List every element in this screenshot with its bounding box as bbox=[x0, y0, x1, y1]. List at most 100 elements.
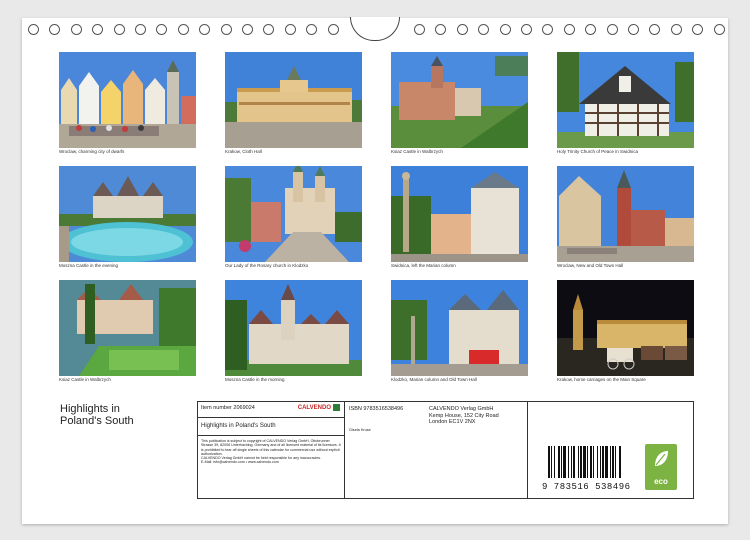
photo-swidnica-column bbox=[391, 166, 528, 262]
publisher-name: CALVENDO Verlag GmbH bbox=[429, 406, 494, 412]
binding-hole bbox=[670, 24, 682, 35]
binding-hole bbox=[606, 24, 618, 35]
barcode-bar bbox=[558, 446, 560, 478]
barcode-bar bbox=[610, 446, 611, 478]
binding-hole bbox=[263, 24, 275, 35]
calvendo-logo: CALVENDO bbox=[298, 404, 340, 411]
isbn: ISBN 9783516538496 bbox=[349, 406, 404, 412]
binding-hole bbox=[135, 24, 146, 35]
photo-klodzko-church bbox=[225, 166, 362, 262]
binding-hole bbox=[499, 24, 511, 35]
photo-caption: Wroclaw, New and Old Town Hall bbox=[557, 263, 624, 268]
ean-number: 9 783516 538496 bbox=[542, 482, 631, 492]
binding-hole bbox=[563, 24, 575, 35]
eco-label: eco bbox=[654, 477, 668, 486]
ean-barcode bbox=[548, 446, 621, 478]
photo-caption: Ksiaz Castle in Walbrzych bbox=[59, 377, 111, 382]
binding-hole bbox=[220, 24, 232, 35]
photo-caption: Klodzko, Marian column and Old Town Hall bbox=[391, 377, 477, 382]
publication-info-box: Item number 2069024 CALVENDO Highlights … bbox=[197, 401, 694, 499]
barcode-bar bbox=[554, 446, 555, 478]
photo-caption: Moszna Castle in the morning bbox=[225, 377, 285, 382]
barcode-bar bbox=[578, 446, 579, 478]
photo-klodzko-old-town-hall bbox=[391, 280, 528, 376]
photo-church-of-peace bbox=[557, 52, 694, 148]
barcode-bar bbox=[580, 446, 582, 478]
photo-moszna-morning bbox=[225, 280, 362, 376]
binding-hole bbox=[92, 24, 104, 35]
publisher-city: London EC1V 2NX bbox=[429, 419, 476, 425]
photo-wroclaw-dwarfs bbox=[59, 52, 196, 148]
binding-hole bbox=[435, 24, 447, 35]
item-number-cell: Item number 2069024 CALVENDO bbox=[198, 402, 345, 418]
barcode-bar bbox=[573, 446, 575, 478]
barcode-bar bbox=[587, 446, 588, 478]
binding-hole bbox=[242, 24, 253, 35]
binding-hole bbox=[649, 24, 661, 35]
item-number: Item number 2069024 bbox=[201, 405, 255, 411]
binding-hole bbox=[306, 24, 318, 35]
barcode-bar bbox=[597, 446, 598, 478]
calendar-title: Highlights in Poland's South bbox=[60, 403, 200, 427]
photo-ksiaz-castle-gardens bbox=[59, 280, 196, 376]
photo-caption: Holy Trinity Church of Peace in Swidnica bbox=[557, 149, 639, 154]
binding-hole bbox=[327, 24, 339, 35]
barcode-bar bbox=[551, 446, 552, 478]
barcode-bar bbox=[548, 446, 550, 478]
photo-caption: Krakow, Cloth Hall bbox=[225, 149, 262, 154]
photo-wroclaw-town-hall bbox=[557, 166, 694, 262]
barcode-cell: 9 783516 538496 eco bbox=[528, 402, 693, 498]
binding-hole bbox=[70, 24, 82, 35]
copyright-text: This publication is subject to copyright… bbox=[201, 439, 341, 456]
calendar-back-page: Wroclaw, charming city of dwarfs Krakow,… bbox=[22, 17, 728, 524]
title-line-1: Highlights in bbox=[60, 403, 120, 415]
binding-hole bbox=[521, 24, 532, 35]
photo-caption: Swidnica, left the Marian column bbox=[391, 263, 456, 268]
binding-hole bbox=[478, 24, 490, 35]
barcode-bar bbox=[602, 446, 604, 478]
barcode-bar bbox=[619, 446, 621, 478]
binding-hole bbox=[585, 24, 597, 35]
binding-hole bbox=[284, 24, 296, 35]
calvendo-logo-mark bbox=[333, 404, 340, 411]
binding-hole bbox=[49, 24, 61, 35]
eco-badge: eco bbox=[645, 444, 677, 490]
copyright-cell: This publication is subject to copyright… bbox=[198, 436, 345, 498]
barcode-bar bbox=[571, 446, 572, 478]
photo-krakow-horse-carriages bbox=[557, 280, 694, 376]
author: Gisela Kruse bbox=[349, 428, 371, 432]
barcode-bar bbox=[590, 446, 592, 478]
binding-hole bbox=[456, 24, 468, 35]
binding-hole bbox=[177, 24, 189, 35]
barcode-bar bbox=[563, 446, 566, 478]
photo-krakow-cloth-hall bbox=[225, 52, 362, 148]
contact-text: E-Mail: info@calvendo.com • www.calvendo… bbox=[201, 460, 279, 465]
barcode-bar bbox=[600, 446, 601, 478]
isbn-publisher-cell: ISBN 9783516538496 Gisela Kruse CALVENDO… bbox=[345, 402, 528, 498]
binding-hole bbox=[414, 24, 425, 35]
photo-caption: Krakow, horse carriages on the Main Squa… bbox=[557, 377, 646, 382]
binding-hole bbox=[713, 24, 725, 35]
binding-hole bbox=[199, 24, 211, 35]
binding-hole bbox=[28, 24, 39, 35]
photo-ksiaz-castle bbox=[391, 52, 528, 148]
barcode-bar bbox=[568, 446, 569, 478]
barcode-bar bbox=[593, 446, 594, 478]
title-line-2: Poland's South bbox=[60, 415, 134, 427]
publisher-address: CALVENDO Verlag GmbH Kemp House, 152 Cit… bbox=[429, 406, 499, 426]
barcode-bar bbox=[561, 446, 562, 478]
binding-hole bbox=[692, 24, 704, 35]
barcode-bar bbox=[615, 446, 616, 478]
product-title: Highlights in Poland's South bbox=[201, 423, 276, 429]
photo-caption: Ksiaz Castle in Walbrzych bbox=[391, 149, 443, 154]
product-title-cell: Highlights in Poland's South bbox=[198, 418, 345, 436]
leaf-icon bbox=[655, 451, 668, 466]
barcode-bar bbox=[605, 446, 608, 478]
photo-caption: Our Lady of the Rosary church in Klodzko bbox=[225, 263, 309, 268]
binding-hole bbox=[542, 24, 554, 35]
photo-moszna-evening bbox=[59, 166, 196, 262]
photo-caption: Moszna Castle in the evening bbox=[59, 263, 119, 268]
photo-caption: Wroclaw, charming city of dwarfs bbox=[59, 149, 125, 154]
binding-hole bbox=[156, 24, 168, 35]
binding-hole bbox=[113, 24, 125, 35]
